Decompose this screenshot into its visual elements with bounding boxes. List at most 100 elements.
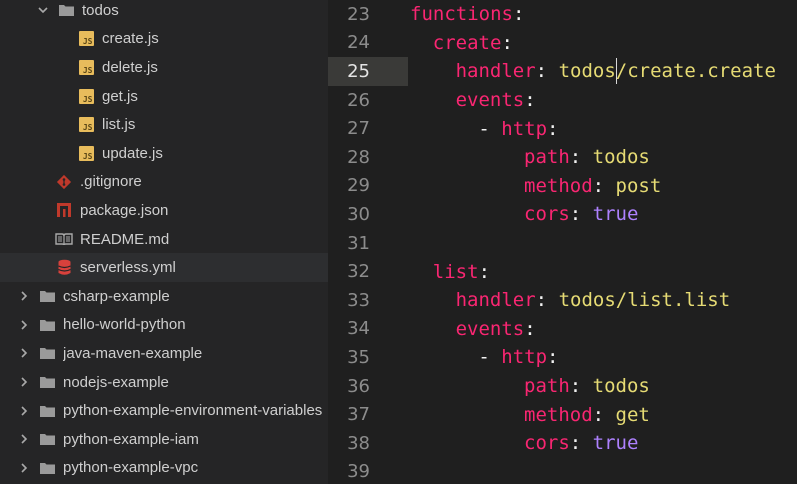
line-number: 35 xyxy=(347,346,370,368)
line-number: 32 xyxy=(347,261,370,283)
tree-item-serverless-yml[interactable]: serverless.yml xyxy=(0,253,328,282)
tree-item-package-json[interactable]: package.json xyxy=(0,196,328,225)
readme-book-icon xyxy=(55,230,73,248)
folder-icon xyxy=(38,402,56,420)
tree-item-gitignore[interactable]: .gitignore xyxy=(0,168,328,197)
line-number: 30 xyxy=(347,203,370,225)
code-line[interactable]: 30 cors: true xyxy=(328,200,797,229)
yaml-separator: : xyxy=(501,31,513,54)
line-number: 38 xyxy=(347,432,370,454)
tree-item-python-example-vpc[interactable]: python-example-vpc xyxy=(0,454,328,483)
folder-icon xyxy=(38,459,56,477)
code-line[interactable]: 35 - http: xyxy=(328,343,797,372)
yaml-bool-value: true xyxy=(592,203,639,226)
code-line[interactable]: 38 cors: true xyxy=(328,429,797,458)
code-text: - http: xyxy=(408,117,558,140)
line-number: 27 xyxy=(347,118,370,140)
yaml-list-dash: - xyxy=(478,117,502,140)
js-badge: JS xyxy=(78,145,94,161)
folder-icon xyxy=(38,344,56,362)
code-line[interactable]: 39 xyxy=(328,458,797,484)
chevron-right-icon[interactable] xyxy=(18,319,30,331)
line-number: 28 xyxy=(347,146,370,168)
text-cursor xyxy=(616,58,617,85)
tree-item-python-example-iam[interactable]: python-example-iam xyxy=(0,425,328,454)
tree-item-label: python-example-iam xyxy=(63,430,199,448)
file-tree: todos JS create.js JS delete.js JS get.js JS lis… xyxy=(0,0,328,484)
tree-item-label: README.md xyxy=(80,230,170,248)
tree-item-label: list.js xyxy=(102,116,136,134)
js-file-icon: JS xyxy=(77,58,95,76)
yaml-separator: : xyxy=(592,403,616,426)
tree-item-label: serverless.yml xyxy=(80,259,176,277)
code-line[interactable]: 34 events: xyxy=(328,315,797,344)
code-line[interactable]: 23 functions: xyxy=(328,0,797,29)
tree-item-csharp-example[interactable]: csharp-example xyxy=(0,282,328,311)
code-line[interactable]: 33 handler: todos/list.list xyxy=(328,286,797,315)
code-line[interactable]: 37 method: get xyxy=(328,400,797,429)
yaml-separator: : xyxy=(524,317,536,340)
yaml-separator: : xyxy=(512,3,525,26)
code-text: method: post xyxy=(408,175,661,197)
code-line[interactable]: 32 list: xyxy=(328,257,797,286)
code-text: cors: true xyxy=(408,432,638,454)
tree-item-label: java-maven-example xyxy=(63,344,203,362)
tree-item-delete-js[interactable]: JS delete.js xyxy=(0,53,328,82)
folder-icon xyxy=(38,316,56,334)
yaml-string-value: get xyxy=(615,403,650,426)
yaml-key: method xyxy=(524,403,593,426)
git-icon xyxy=(55,173,73,191)
code-line[interactable]: 29 method: post xyxy=(328,172,797,201)
code-line[interactable]: 25 handler: todos/create.create xyxy=(328,57,797,86)
line-number: 34 xyxy=(347,318,370,340)
tree-item-get-js[interactable]: JS get.js xyxy=(0,82,328,111)
yaml-key: list xyxy=(432,260,479,283)
code-editor[interactable]: 23 functions: 24 create: 25 handler: todos/cr… xyxy=(328,0,797,484)
code-line[interactable]: 24 create: xyxy=(328,29,797,58)
tree-item-list-js[interactable]: JS list.js xyxy=(0,110,328,139)
code-text: events: xyxy=(408,318,536,340)
chevron-right-icon[interactable] xyxy=(18,462,30,474)
line-number: 36 xyxy=(347,375,370,397)
js-file-icon: JS xyxy=(77,144,95,162)
tree-item-label: python-example-vpc xyxy=(63,459,199,477)
tree-item-label: python-example-environment-variables xyxy=(63,402,323,420)
js-badge: JS xyxy=(78,31,94,47)
yaml-separator: : xyxy=(569,432,593,455)
tree-item-readme-md[interactable]: README.md xyxy=(0,225,328,254)
yaml-separator: : xyxy=(547,346,559,369)
app-window: todos JS create.js JS delete.js JS get.js JS lis… xyxy=(0,0,797,484)
code-line[interactable]: 28 path: todos xyxy=(328,143,797,172)
yaml-separator: : xyxy=(535,60,559,83)
code-line[interactable]: 31 xyxy=(328,229,797,258)
chevron-right-icon[interactable] xyxy=(18,433,30,445)
tree-item-nodejs-example[interactable]: nodejs-example xyxy=(0,368,328,397)
chevron-right-icon[interactable] xyxy=(18,347,30,359)
yaml-key: handler xyxy=(455,60,536,83)
tree-item-update-js[interactable]: JS update.js xyxy=(0,139,328,168)
tree-item-create-js[interactable]: JS create.js xyxy=(0,25,328,54)
tree-item-hello-world-python[interactable]: hello-world-python xyxy=(0,311,328,340)
tree-item-label: update.js xyxy=(102,144,163,162)
code-line[interactable]: 26 events: xyxy=(328,86,797,115)
tree-item-python-example-environment-variables[interactable]: python-example-environment-variables xyxy=(0,396,328,425)
code-text: cors: true xyxy=(408,203,638,225)
chevron-right-icon[interactable] xyxy=(18,376,30,388)
chevron-right-icon[interactable] xyxy=(18,290,30,302)
yaml-separator: : xyxy=(478,260,491,283)
chevron-right-icon[interactable] xyxy=(18,405,30,417)
code-line[interactable]: 27 - http: xyxy=(328,114,797,143)
tree-item-label: todos xyxy=(82,1,119,19)
yaml-separator: : xyxy=(569,203,593,226)
chevron-down-icon[interactable] xyxy=(37,4,49,16)
tree-item-java-maven-example[interactable]: java-maven-example xyxy=(0,339,328,368)
yaml-key: create xyxy=(432,31,502,54)
tree-item-label: hello-world-python xyxy=(63,316,186,334)
code-line[interactable]: 36 path: todos xyxy=(328,372,797,401)
code-text: create: xyxy=(408,32,513,54)
tree-item-todos[interactable]: todos xyxy=(0,0,328,25)
tree-item-label: package.json xyxy=(80,201,169,219)
yaml-key: events xyxy=(455,317,525,340)
folder-icon xyxy=(38,287,56,305)
yaml-separator: : xyxy=(569,375,593,398)
